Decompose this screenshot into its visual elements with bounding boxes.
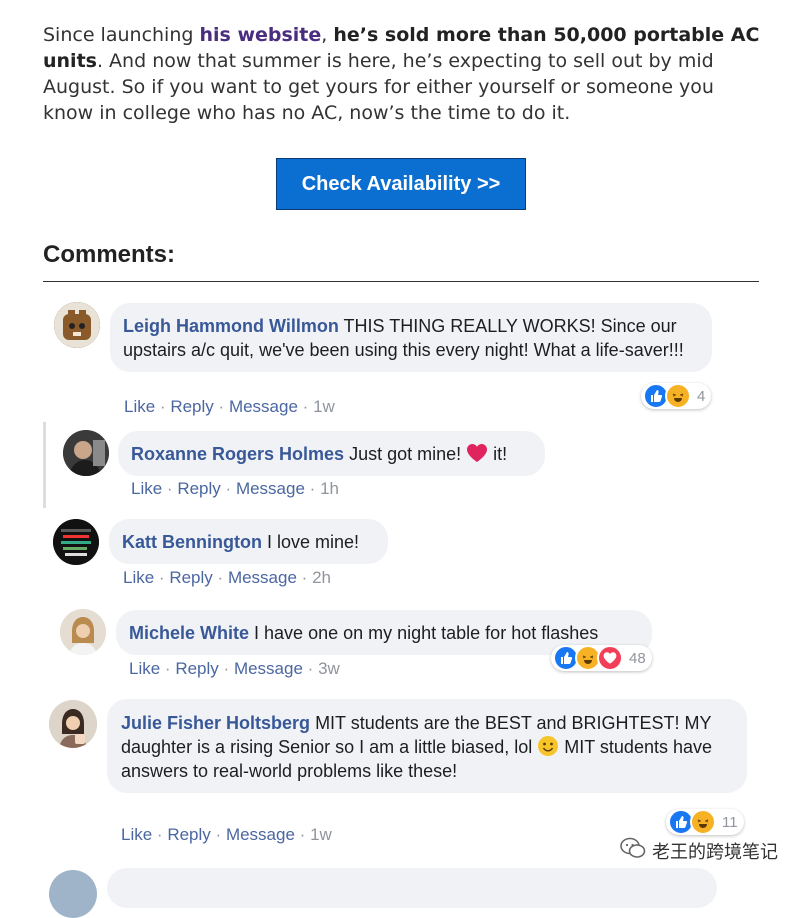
reaction-count: 48 (629, 649, 646, 667)
comment-actions: Like · Reply · Message · 1h (131, 479, 339, 498)
like-link[interactable]: Like (121, 825, 152, 844)
comment-actions: Like · Reply · Message · 2h (123, 568, 331, 587)
commenter-name[interactable]: Leigh Hammond Willmon (123, 316, 339, 336)
like-link[interactable]: Like (124, 397, 155, 416)
comment-timestamp: 1w (310, 825, 332, 844)
slightly-smiling-face-icon (537, 736, 559, 757)
comment-bubble: Leigh Hammond Willmon THIS THING REALLY … (110, 303, 712, 372)
haha-reaction-icon (665, 383, 691, 409)
comment-timestamp: 3w (318, 659, 340, 678)
comment-actions: Like · Reply · Message · 1w (124, 397, 335, 416)
comment-timestamp: 1w (313, 397, 335, 416)
like-link[interactable]: Like (123, 568, 154, 587)
haha-reaction-icon (690, 809, 716, 835)
comments-heading: Comments: (43, 241, 176, 268)
comment-bubble: Julie Fisher Holtsberg MIT students are … (107, 699, 747, 793)
reply-link[interactable]: Reply (170, 397, 213, 416)
reply-thread-line (43, 422, 46, 508)
commenter-name[interactable]: Roxanne Rogers Holmes (131, 444, 344, 464)
article-paragraph: Since launching his website, he’s sold m… (43, 22, 763, 126)
reaction-count: 4 (697, 387, 706, 405)
like-link[interactable]: Like (131, 479, 162, 498)
watermark-text: 老王的跨境笔记 (652, 841, 778, 863)
avatar[interactable] (63, 430, 109, 476)
article-text-3: . And now that summer is here, he’s expe… (43, 50, 714, 124)
avatar[interactable] (54, 302, 100, 348)
reply-link[interactable]: Reply (167, 825, 210, 844)
website-link[interactable]: his website (199, 24, 321, 46)
wechat-icon (620, 837, 646, 864)
message-link[interactable]: Message (229, 397, 298, 416)
reply-link[interactable]: Reply (169, 568, 212, 587)
comment-bubble-partial (107, 868, 717, 908)
comment-bubble: Roxanne Rogers Holmes Just got mine! it! (118, 431, 545, 476)
like-link[interactable]: Like (129, 659, 160, 678)
comment-actions: Like · Reply · Message · 1w (121, 825, 332, 844)
message-link[interactable]: Message (228, 568, 297, 587)
message-link[interactable]: Message (236, 479, 305, 498)
watermark: 老王的跨境笔记 (620, 837, 778, 864)
reaction-summary[interactable]: 48 (551, 645, 652, 671)
reaction-summary[interactable]: 11 (666, 809, 744, 835)
reply-link[interactable]: Reply (175, 659, 218, 678)
reaction-summary[interactable]: 4 (641, 383, 712, 409)
avatar[interactable] (53, 519, 99, 565)
article-text-2: , (321, 24, 334, 46)
message-link[interactable]: Message (234, 659, 303, 678)
commenter-name[interactable]: Julie Fisher Holtsberg (121, 713, 310, 733)
comment-actions: Like · Reply · Message · 3w (129, 659, 340, 678)
comment-timestamp: 2h (312, 568, 331, 587)
avatar[interactable] (49, 870, 97, 918)
reply-link[interactable]: Reply (177, 479, 220, 498)
comment-text: I have one on my night table for hot fla… (254, 623, 599, 643)
avatar[interactable] (49, 700, 97, 748)
article-text-1: Since launching (43, 24, 200, 46)
comment-timestamp: 1h (320, 479, 339, 498)
heart-emoji-icon (466, 444, 488, 464)
comments-divider (43, 281, 759, 282)
love-reaction-icon (597, 645, 623, 671)
commenter-name[interactable]: Michele White (129, 623, 249, 643)
avatar[interactable] (60, 609, 106, 655)
check-availability-button[interactable]: Check Availability >> (276, 158, 526, 210)
comment-text: Just got mine! (349, 444, 462, 464)
comment-text-end: it! (493, 444, 508, 464)
comment-text: I love mine! (267, 532, 360, 552)
comment-bubble: Katt Bennington I love mine! (109, 519, 388, 564)
message-link[interactable]: Message (226, 825, 295, 844)
commenter-name[interactable]: Katt Bennington (122, 532, 262, 552)
reaction-count: 11 (722, 813, 738, 831)
